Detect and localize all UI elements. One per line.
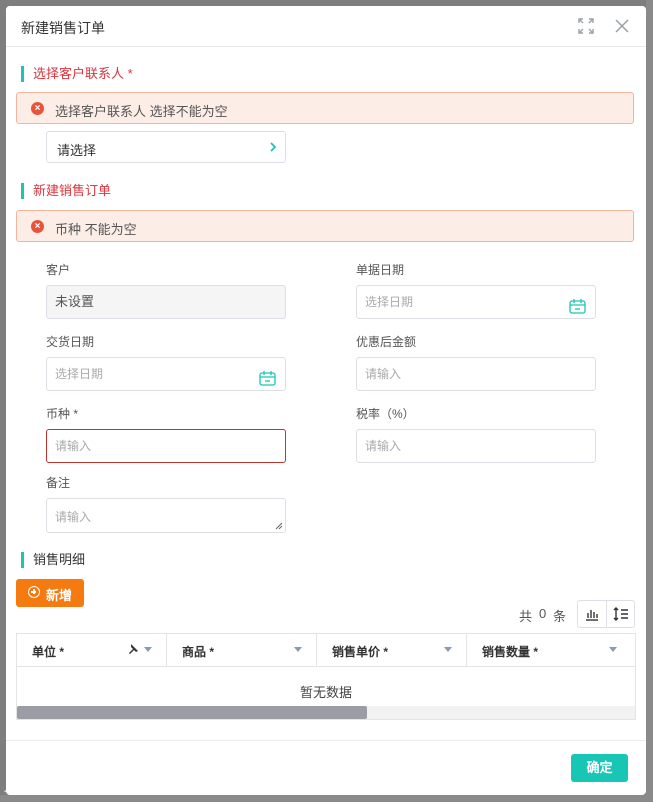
remark-label: 备注	[46, 476, 71, 490]
contact-select-placeholder: 请选择	[57, 143, 97, 158]
calendar-icon	[569, 294, 586, 326]
backdrop-edge	[646, 0, 653, 802]
discount-amount-label: 优惠后金额	[356, 335, 417, 349]
column-header-unit-price[interactable]: 销售单价 *	[317, 634, 467, 666]
discount-amount-input[interactable]: 请输入	[356, 357, 596, 391]
column-header-label: 商品 *	[182, 645, 215, 659]
error-icon: ×	[31, 102, 44, 115]
count-prefix: 共	[519, 609, 533, 624]
dropdown-caret-icon[interactable]	[609, 647, 617, 652]
column-header-quantity[interactable]: 销售数量 *	[467, 634, 635, 666]
column-header-product[interactable]: 商品 *	[167, 634, 317, 666]
doc-date-placeholder: 选择日期	[365, 295, 414, 309]
delivery-date-label: 交货日期	[46, 335, 95, 349]
horizontal-scrollbar[interactable]	[17, 706, 635, 719]
customer-field: 未设置	[46, 285, 286, 319]
column-header-label: 销售单价 *	[332, 645, 389, 659]
currency-label: 币种 *	[46, 405, 78, 422]
order-error-alert: × 币种 不能为空	[16, 210, 634, 242]
order-section-title: 新建销售订单	[21, 183, 111, 199]
close-icon[interactable]	[612, 16, 632, 36]
new-sales-order-dialog: 新建销售订单 选择客户联系人 * × 选择客户联系人 选择不能为空 请选择 新建…	[6, 6, 646, 795]
order-section-title-text: 新建销售订单	[33, 183, 112, 198]
order-error-text: 币种 不能为空	[55, 222, 137, 237]
tax-rate-label: 税率（%）	[356, 407, 415, 421]
contact-select[interactable]: 请选择	[46, 131, 286, 163]
tax-rate-input[interactable]: 请输入	[356, 429, 596, 463]
add-button-label: 新增	[46, 588, 73, 603]
dropdown-caret-icon[interactable]	[444, 647, 452, 652]
doc-date-label: 单据日期	[356, 263, 405, 277]
backdrop-edge	[0, 795, 653, 802]
customer-label: 客户	[46, 263, 71, 277]
table-header: 单位 * 商品 * 销售单价 * 销售数量 *	[17, 634, 635, 667]
row-height-icon[interactable]	[607, 601, 635, 627]
resize-handle-icon[interactable]	[275, 522, 283, 530]
scrollbar-thumb[interactable]	[17, 706, 367, 719]
remark-textarea[interactable]: 请输入	[46, 498, 286, 533]
delivery-date-placeholder: 选择日期	[55, 367, 104, 381]
remark-placeholder: 请输入	[55, 510, 92, 524]
detail-table: 单位 * 商品 * 销售单价 * 销售数量 * 暂无数据	[16, 633, 636, 720]
delivery-date-picker[interactable]: 选择日期	[46, 357, 286, 391]
pin-icon[interactable]	[127, 643, 139, 655]
detail-section-title-text: 销售明细	[33, 552, 86, 567]
column-header-label: 销售数量 *	[482, 645, 539, 659]
record-count: 0	[539, 606, 547, 621]
contact-section-title: 选择客户联系人 *	[21, 66, 133, 82]
empty-state-text: 暂无数据	[299, 685, 352, 700]
currency-label-text: 币种	[46, 407, 71, 421]
doc-date-picker[interactable]: 选择日期	[356, 285, 596, 319]
contact-section-title-text: 选择客户联系人	[33, 66, 125, 81]
watermark: 大数据猿	[4, 780, 57, 794]
column-header-label: 单位 *	[32, 645, 65, 659]
chevron-right-icon	[268, 140, 278, 157]
contact-error-text: 选择客户联系人 选择不能为空	[55, 104, 228, 119]
count-suffix: 条	[553, 609, 567, 624]
plus-circle-icon	[28, 586, 40, 598]
add-button[interactable]: 新增	[16, 579, 84, 607]
currency-input[interactable]: 请输入	[46, 429, 286, 463]
fullscreen-icon[interactable]	[576, 16, 596, 36]
column-header-unit[interactable]: 单位 *	[17, 634, 167, 666]
confirm-button[interactable]: 确定	[571, 754, 628, 782]
dropdown-caret-icon[interactable]	[144, 647, 152, 652]
contact-error-alert: × 选择客户联系人 选择不能为空	[16, 92, 634, 124]
required-mark: *	[73, 407, 79, 421]
table-toolbar	[577, 600, 635, 628]
required-mark: *	[127, 66, 133, 81]
dialog-title: 新建销售订单	[21, 20, 105, 36]
column-chart-icon[interactable]	[578, 601, 606, 627]
dropdown-caret-icon[interactable]	[294, 647, 302, 652]
error-icon: ×	[31, 220, 44, 233]
calendar-icon	[259, 366, 276, 398]
dialog-header: 新建销售订单	[6, 6, 646, 47]
footer-divider	[6, 740, 646, 741]
detail-section-title: 销售明细	[21, 552, 85, 568]
